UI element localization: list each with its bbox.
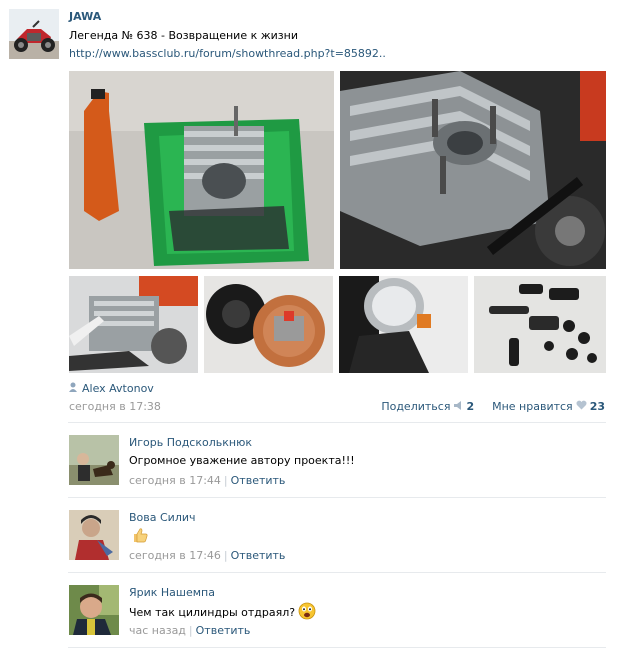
like-button[interactable]: Мне нравится 23 (492, 400, 605, 413)
ignition-parts-photo[interactable] (204, 276, 333, 373)
comment-body: Чем так цилиндры отдраял? (129, 606, 296, 619)
comment-text: Чем так цилиндры отдраял? (129, 602, 316, 623)
comment-body: Огромное уважение автору проекта!!! (129, 454, 355, 467)
rubber-parts-photo[interactable] (474, 276, 606, 373)
like-count: 23 (589, 400, 605, 413)
post-comments-divider (68, 422, 606, 423)
reply-button[interactable]: Ответить (196, 624, 251, 637)
post-external-link[interactable]: http://www.bassclub.ru/forum/showthread.… (69, 47, 386, 60)
comment-text (129, 527, 148, 546)
comment-divider (68, 572, 606, 573)
avatar[interactable] (69, 510, 119, 560)
share-button[interactable]: Поделиться 2 (381, 400, 474, 413)
comment-meta: сегодня в 17:46 | Ответить (129, 549, 286, 562)
heart-icon (576, 400, 587, 413)
post-title: Легенда № 638 - Возвращение к жизни (69, 29, 298, 42)
signed-by-name: Alex Avtonov (82, 382, 154, 395)
comment-text: Огромное уважение автору проекта!!! (129, 454, 355, 467)
avatar[interactable] (69, 585, 119, 635)
post-actions: Поделиться 2 Мне нравится 23 (381, 400, 605, 413)
scared-face-icon (298, 602, 316, 623)
comment-meta: час назад | Ответить (129, 624, 251, 637)
comment-time[interactable]: сегодня в 17:46 (129, 549, 221, 562)
avatar[interactable] (69, 435, 119, 485)
share-count: 2 (466, 400, 475, 413)
comment-meta: сегодня в 17:44 | Ответить (129, 474, 286, 487)
motorcycle-engine-side-photo[interactable] (69, 276, 198, 373)
comment-time[interactable]: сегодня в 17:44 (129, 474, 221, 487)
like-label: Мне нравится (492, 400, 573, 413)
cylinder-in-green-tub-photo[interactable] (69, 71, 334, 269)
comment-divider (68, 497, 606, 498)
reply-button[interactable]: Ответить (231, 474, 286, 487)
user-icon (68, 382, 78, 395)
post-author-avatar[interactable] (9, 9, 59, 59)
thumbs-up-icon (132, 527, 148, 546)
comment-time[interactable]: час назад (129, 624, 186, 637)
reply-button[interactable]: Ответить (231, 549, 286, 562)
comment-author[interactable]: Ярик Нашемпа (129, 586, 215, 599)
comment-divider (68, 647, 606, 648)
comment-author[interactable]: Вова Силич (129, 511, 196, 524)
engine-head-closeup-photo[interactable] (340, 71, 606, 269)
post-signed-by[interactable]: Alex Avtonov (68, 382, 154, 395)
post-author-name[interactable]: JAWA (69, 10, 101, 23)
megaphone-icon (453, 400, 463, 413)
share-label: Поделиться (381, 400, 451, 413)
headlight-photo[interactable] (339, 276, 468, 373)
comment-author[interactable]: Игорь Подсколькнюк (129, 436, 252, 449)
post-timestamp[interactable]: сегодня в 17:38 (69, 400, 161, 413)
